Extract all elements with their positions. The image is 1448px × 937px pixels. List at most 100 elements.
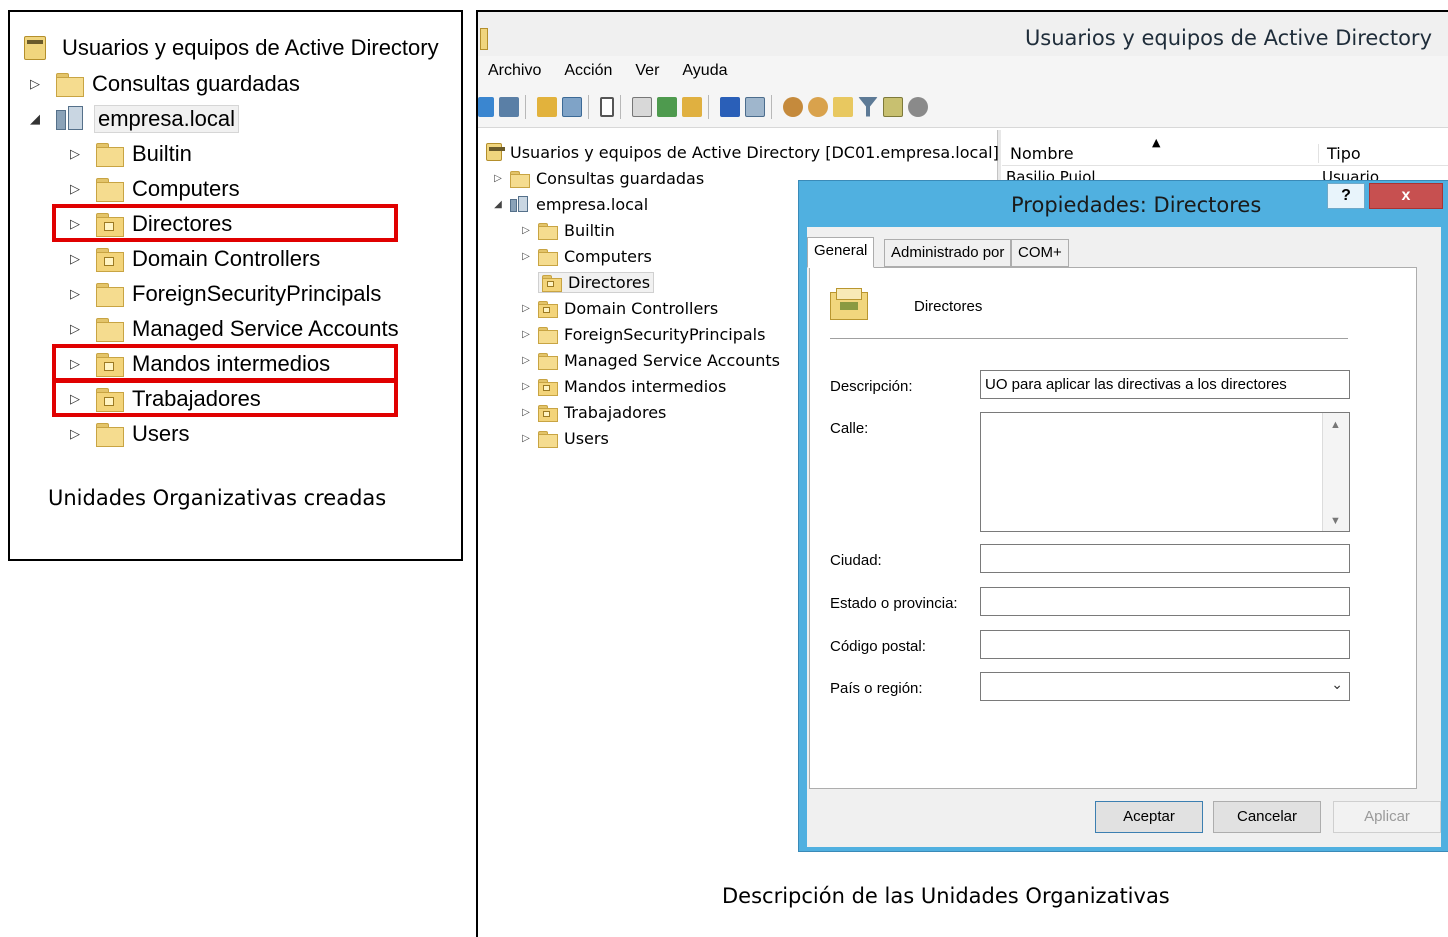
- expand-arrow-icon[interactable]: ▷: [520, 407, 532, 418]
- left-tree-item-foreign-security-principals[interactable]: ▷ ForeignSecurityPrincipals: [68, 278, 381, 310]
- tab-administrado-por[interactable]: Administrado por: [884, 239, 1012, 267]
- expand-arrow-icon[interactable]: ▷: [68, 321, 82, 337]
- expand-arrow-icon[interactable]: ▷: [68, 146, 82, 162]
- calle-field[interactable]: ▲ ▼: [980, 412, 1350, 532]
- collapse-arrow-icon[interactable]: ◢: [28, 111, 42, 127]
- expand-arrow-icon[interactable]: ▷: [68, 181, 82, 197]
- add-to-group-icon[interactable]: [908, 96, 928, 117]
- ou-folder-icon: [538, 378, 558, 396]
- tree-item-trabajadores[interactable]: ▷ Trabajadores: [520, 400, 666, 424]
- column-header-nombre[interactable]: Nombre: [1010, 144, 1074, 163]
- pais-label: País o región:: [830, 680, 923, 697]
- toolbar-separator: [588, 94, 589, 119]
- collapse-arrow-icon[interactable]: ◢: [492, 199, 504, 210]
- back-icon[interactable]: [478, 96, 494, 117]
- domain-icon: [510, 195, 528, 213]
- find-icon[interactable]: [883, 96, 903, 117]
- tree-item-users[interactable]: ▷ Users: [520, 426, 609, 450]
- tree-item-directores[interactable]: Directores: [520, 270, 655, 294]
- chevron-down-icon: ⌄: [1331, 676, 1343, 692]
- left-tree-item-domain-controllers[interactable]: ▷ Domain Controllers: [68, 243, 320, 275]
- ciudad-field[interactable]: [980, 544, 1350, 573]
- estado-label: Estado o provincia:: [830, 595, 958, 612]
- pais-select[interactable]: ⌄: [980, 672, 1350, 701]
- delete-icon[interactable]: [600, 96, 614, 117]
- dialog-body: General Administrado por COM+ Directores…: [807, 227, 1441, 847]
- left-tree-item-saved-queries[interactable]: ▷ Consultas guardadas: [28, 68, 300, 100]
- up-folder-icon[interactable]: [537, 96, 557, 117]
- left-tree-root[interactable]: Usuarios y equipos de Active Directory: [24, 32, 439, 64]
- close-button[interactable]: x: [1369, 183, 1443, 209]
- help-icon[interactable]: [720, 96, 740, 117]
- left-tree-item-builtin[interactable]: ▷ Builtin: [68, 138, 192, 170]
- expand-arrow-icon[interactable]: ▷: [68, 251, 82, 267]
- folder-icon: [538, 430, 558, 448]
- expand-arrow-icon[interactable]: ▷: [28, 76, 42, 92]
- expand-arrow-icon[interactable]: ▷: [520, 251, 532, 262]
- apply-button[interactable]: Aplicar: [1333, 801, 1441, 833]
- left-tree-item-label: Managed Service Accounts: [132, 316, 399, 341]
- tree-item-managed-service-accounts[interactable]: ▷ Managed Service Accounts: [520, 348, 780, 372]
- tree-item-saved-queries[interactable]: ▷ Consultas guardadas: [492, 166, 704, 190]
- left-tree-item-users[interactable]: ▷ Users: [68, 418, 189, 450]
- forward-icon[interactable]: [499, 96, 519, 117]
- cancel-button[interactable]: Cancelar: [1213, 801, 1321, 833]
- codigo-postal-label: Código postal:: [830, 638, 926, 655]
- tree-item-computers[interactable]: ▷ Computers: [520, 244, 652, 268]
- tree-root[interactable]: Usuarios y equipos de Active Directory […: [486, 140, 999, 164]
- folder-icon: [538, 222, 558, 240]
- menu-archivo[interactable]: Archivo: [488, 62, 541, 80]
- tree-item-domain-controllers[interactable]: ▷ Domain Controllers: [520, 296, 718, 320]
- menu-accion[interactable]: Acción: [564, 62, 612, 80]
- new-ou-icon[interactable]: [833, 96, 853, 117]
- tree-item-foreign-security-principals[interactable]: ▷ ForeignSecurityPrincipals: [520, 322, 765, 346]
- expand-arrow-icon[interactable]: ▷: [520, 303, 532, 314]
- sort-ascending-icon: ▲: [1152, 136, 1161, 149]
- left-tree-item-domain[interactable]: ◢ empresa.local: [28, 103, 239, 135]
- tree-item-selected[interactable]: Directores: [538, 271, 655, 293]
- refresh-icon[interactable]: [657, 96, 677, 117]
- menu-ver[interactable]: Ver: [635, 62, 659, 80]
- export-list-icon[interactable]: [682, 96, 702, 117]
- tab-com-plus[interactable]: COM+: [1011, 239, 1069, 267]
- codigo-postal-field[interactable]: [980, 630, 1350, 659]
- estado-field[interactable]: [980, 587, 1350, 616]
- left-tree-item-managed-service-accounts[interactable]: ▷ Managed Service Accounts: [68, 313, 399, 345]
- left-tree-item-label: empresa.local: [94, 105, 239, 133]
- menu-ayuda[interactable]: Ayuda: [682, 62, 727, 80]
- filter-icon[interactable]: [858, 96, 878, 117]
- tree-item-mandos-intermedios[interactable]: ▷ Mandos intermedios: [520, 374, 726, 398]
- calle-label: Calle:: [830, 420, 869, 437]
- calle-scrollbar[interactable]: ▲ ▼: [1322, 413, 1349, 531]
- expand-arrow-icon[interactable]: ▷: [492, 173, 504, 184]
- column-header-tipo[interactable]: Tipo: [1318, 144, 1361, 163]
- scroll-up-icon[interactable]: ▲: [1330, 419, 1341, 431]
- expand-arrow-icon[interactable]: ▷: [520, 381, 532, 392]
- scroll-down-icon[interactable]: ▼: [1330, 515, 1341, 527]
- ok-button[interactable]: Aceptar: [1095, 801, 1203, 833]
- tree-root-label: Usuarios y equipos de Active Directory […: [510, 142, 999, 162]
- expand-arrow-icon[interactable]: ▷: [520, 433, 532, 444]
- tab-general[interactable]: General: [807, 237, 875, 268]
- expand-arrow-icon[interactable]: ▷: [68, 286, 82, 302]
- help-button[interactable]: ?: [1327, 183, 1365, 209]
- left-tree-item-label: Domain Controllers: [132, 246, 321, 271]
- dialog-titlebar[interactable]: Propiedades: Directores ? x: [799, 181, 1448, 227]
- tree-item-builtin[interactable]: ▷ Builtin: [520, 218, 615, 242]
- expand-arrow-icon[interactable]: ▷: [68, 426, 82, 442]
- show-hide-tree-icon[interactable]: [562, 96, 582, 117]
- new-group-icon[interactable]: [808, 96, 828, 117]
- right-caption: Descripción de las Unidades Organizativa…: [722, 884, 1170, 908]
- properties-icon[interactable]: [632, 96, 652, 117]
- toolbar-separator: [708, 94, 709, 119]
- expand-arrow-icon[interactable]: ▷: [520, 225, 532, 236]
- console-view-icon[interactable]: [745, 96, 765, 117]
- descripcion-field[interactable]: UO para aplicar las directivas a los dir…: [980, 370, 1350, 399]
- tree-item-label: Mandos intermedios: [564, 376, 727, 396]
- new-user-icon[interactable]: [783, 96, 803, 117]
- expand-arrow-icon[interactable]: ▷: [520, 355, 532, 366]
- tree-item-domain[interactable]: ◢ empresa.local: [492, 192, 648, 216]
- left-tree-item-computers[interactable]: ▷ Computers: [68, 173, 240, 205]
- toolbar-separator: [525, 94, 526, 119]
- expand-arrow-icon[interactable]: ▷: [520, 329, 532, 340]
